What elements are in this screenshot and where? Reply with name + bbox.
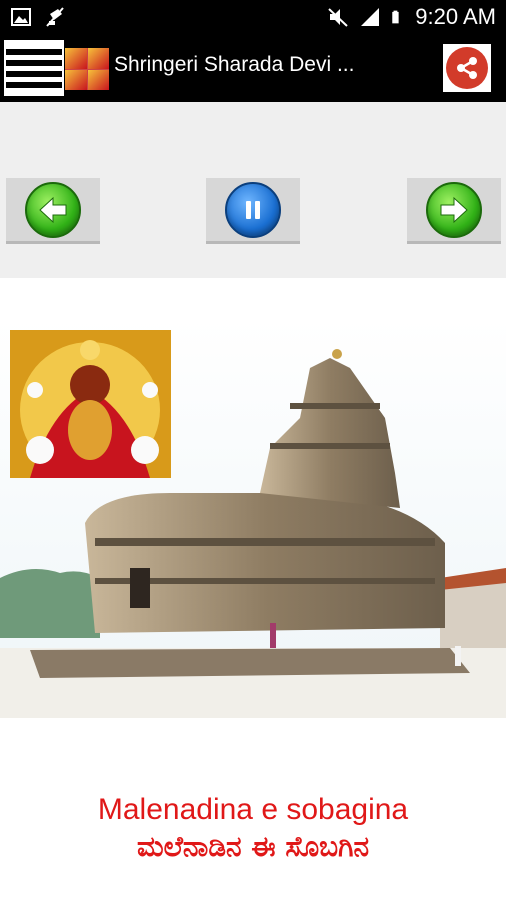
status-bar: 9:20 AM bbox=[0, 0, 506, 36]
battery-icon bbox=[392, 10, 399, 24]
deity-tile bbox=[87, 69, 109, 90]
deity-tile bbox=[65, 69, 87, 90]
menu-button[interactable] bbox=[4, 40, 64, 96]
pause-button[interactable] bbox=[206, 178, 300, 244]
app-bar: Shringeri Sharada Devi ... bbox=[0, 36, 506, 102]
lyric-line-latin: Malenadina e sobagina bbox=[97, 793, 409, 826]
lyric-line-kannada: ಮಲೆನಾಡಿನ ಈ ಸೊಬಗಿನ bbox=[136, 830, 370, 863]
app-title: Shringeri Sharada Devi ... bbox=[114, 53, 355, 76]
deity-tile bbox=[65, 48, 87, 69]
arrow-right-icon bbox=[426, 181, 482, 238]
menu-icon-bar bbox=[6, 59, 62, 66]
signal-icon bbox=[361, 8, 380, 26]
deity-thumbnail bbox=[10, 330, 171, 478]
menu-icon-bar bbox=[6, 48, 62, 55]
app-logo bbox=[65, 48, 109, 90]
playback-controls bbox=[0, 102, 506, 278]
arrow-left-icon bbox=[25, 181, 81, 238]
image-icon bbox=[11, 8, 31, 26]
deity-tile bbox=[87, 48, 109, 69]
no-notification-icon bbox=[46, 7, 64, 27]
menu-icon-bar bbox=[6, 70, 62, 77]
share-icon bbox=[446, 47, 488, 89]
next-button[interactable] bbox=[407, 178, 501, 244]
menu-icon-bar bbox=[6, 81, 62, 88]
clock: 9:20 AM bbox=[415, 4, 496, 29]
pause-icon bbox=[225, 181, 281, 238]
share-button[interactable] bbox=[443, 44, 491, 92]
mute-icon bbox=[328, 8, 348, 27]
song-content: Malenadina e sobagina ಮಲೆನಾಡಿನ ಈ ಸೊಬಗಿನ bbox=[0, 278, 506, 900]
previous-button[interactable] bbox=[6, 178, 100, 244]
